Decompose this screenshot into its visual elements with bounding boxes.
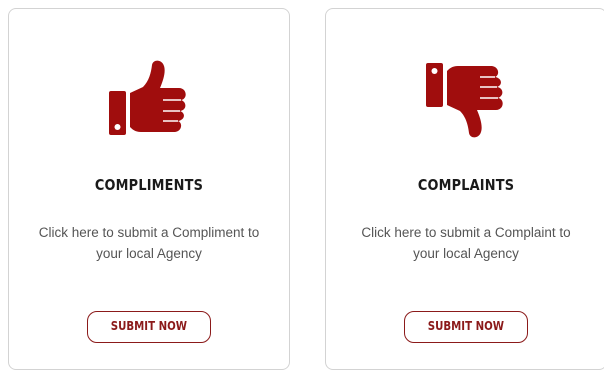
- complaints-submit-button[interactable]: SUBMIT NOW: [404, 311, 528, 343]
- feedback-cards: COMPLIMENTS Click here to submit a Compl…: [0, 0, 604, 373]
- complaints-description: Click here to submit a Complaint to your…: [361, 225, 571, 261]
- compliments-title: COMPLIMENTS: [94, 176, 204, 194]
- compliments-card[interactable]: COMPLIMENTS Click here to submit a Compl…: [8, 8, 290, 370]
- compliments-submit-label: SUBMIT NOW: [110, 319, 188, 333]
- thumbs-down-icon: [424, 57, 508, 141]
- compliments-description: Click here to submit a Compliment to you…: [38, 225, 260, 261]
- compliments-submit-button[interactable]: SUBMIT NOW: [87, 311, 211, 343]
- complaints-submit-label: SUBMIT NOW: [427, 319, 505, 333]
- complaints-card[interactable]: COMPLAINTS Click here to submit a Compla…: [325, 8, 604, 370]
- complaints-title: COMPLAINTS: [417, 176, 515, 194]
- thumbs-up-icon: [107, 57, 191, 141]
